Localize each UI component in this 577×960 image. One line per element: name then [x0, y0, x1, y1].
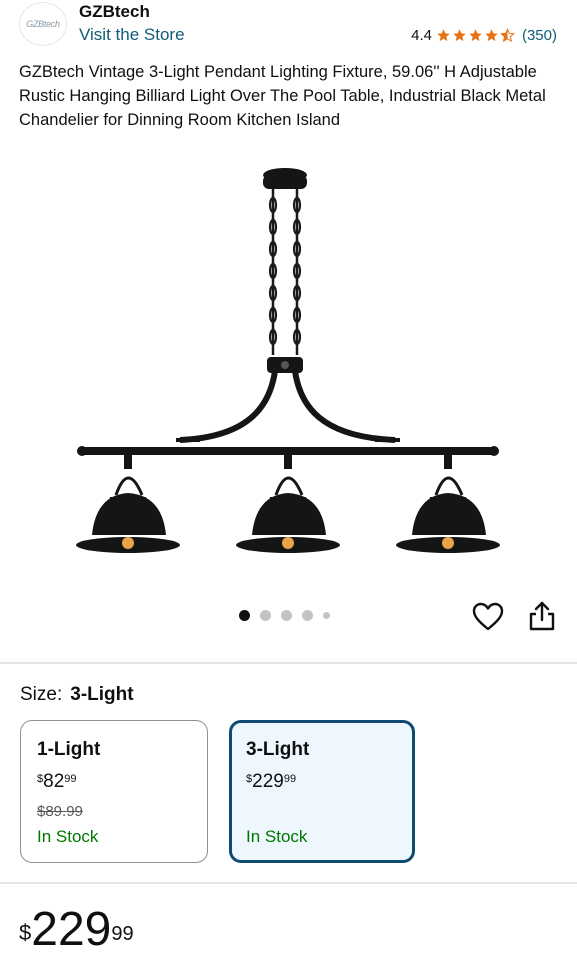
- brand-name: GZBtech: [79, 2, 150, 21]
- carousel-dot-active[interactable]: [239, 610, 250, 621]
- option-list-price: $89.99: [37, 803, 83, 820]
- star-rating: [436, 28, 516, 43]
- rating-count-link[interactable]: (350): [522, 27, 557, 44]
- heart-icon[interactable]: [472, 602, 504, 632]
- option-price: $8299: [37, 771, 77, 792]
- option-name: 3-Light: [246, 739, 310, 760]
- carousel-dot[interactable]: [260, 610, 271, 621]
- price-whole: 229: [31, 903, 112, 956]
- star-icon: [485, 29, 498, 42]
- star-icon: [453, 29, 466, 42]
- carousel-dot[interactable]: [302, 610, 313, 621]
- price-currency: $: [19, 920, 32, 945]
- size-option-1-light[interactable]: 1-Light $8299 $89.99 In Stock: [20, 720, 208, 863]
- size-option-3-light-selected[interactable]: 3-Light $22999 In Stock: [229, 720, 415, 863]
- seller-header: GZBtech GZBtech Visit the Store 4.4 (350…: [0, 0, 577, 56]
- carousel-dot[interactable]: [323, 612, 330, 619]
- option-name: 1-Light: [37, 739, 101, 760]
- rating-value: 4.4: [411, 27, 432, 44]
- brand-logo[interactable]: GZBtech: [19, 2, 67, 46]
- option-stock-status: In Stock: [246, 827, 308, 846]
- product-title: GZBtech Vintage 3-Light Pendant Lighting…: [19, 63, 546, 129]
- carousel-dot[interactable]: [281, 610, 292, 621]
- half-star-icon: [499, 28, 515, 43]
- size-selector-label: Size: 3-Light: [20, 684, 134, 706]
- image-carousel-dots[interactable]: [239, 610, 340, 621]
- brand-logo-text: GZBtech: [26, 19, 60, 29]
- size-label-key: Size:: [20, 684, 63, 705]
- option-price: $22999: [246, 771, 297, 792]
- share-icon[interactable]: [527, 600, 557, 632]
- price-fraction: 99: [111, 923, 134, 945]
- visit-store-link[interactable]: Visit the Store: [79, 25, 185, 45]
- rating-summary[interactable]: 4.4 (350): [411, 27, 557, 44]
- star-icon: [469, 29, 482, 42]
- product-image[interactable]: [70, 165, 510, 565]
- product-price: $22999: [19, 905, 134, 955]
- option-stock-status: In Stock: [37, 827, 99, 846]
- section-divider: [0, 662, 577, 664]
- section-divider: [0, 882, 577, 884]
- size-label-value: 3-Light: [70, 684, 134, 705]
- star-icon: [437, 29, 450, 42]
